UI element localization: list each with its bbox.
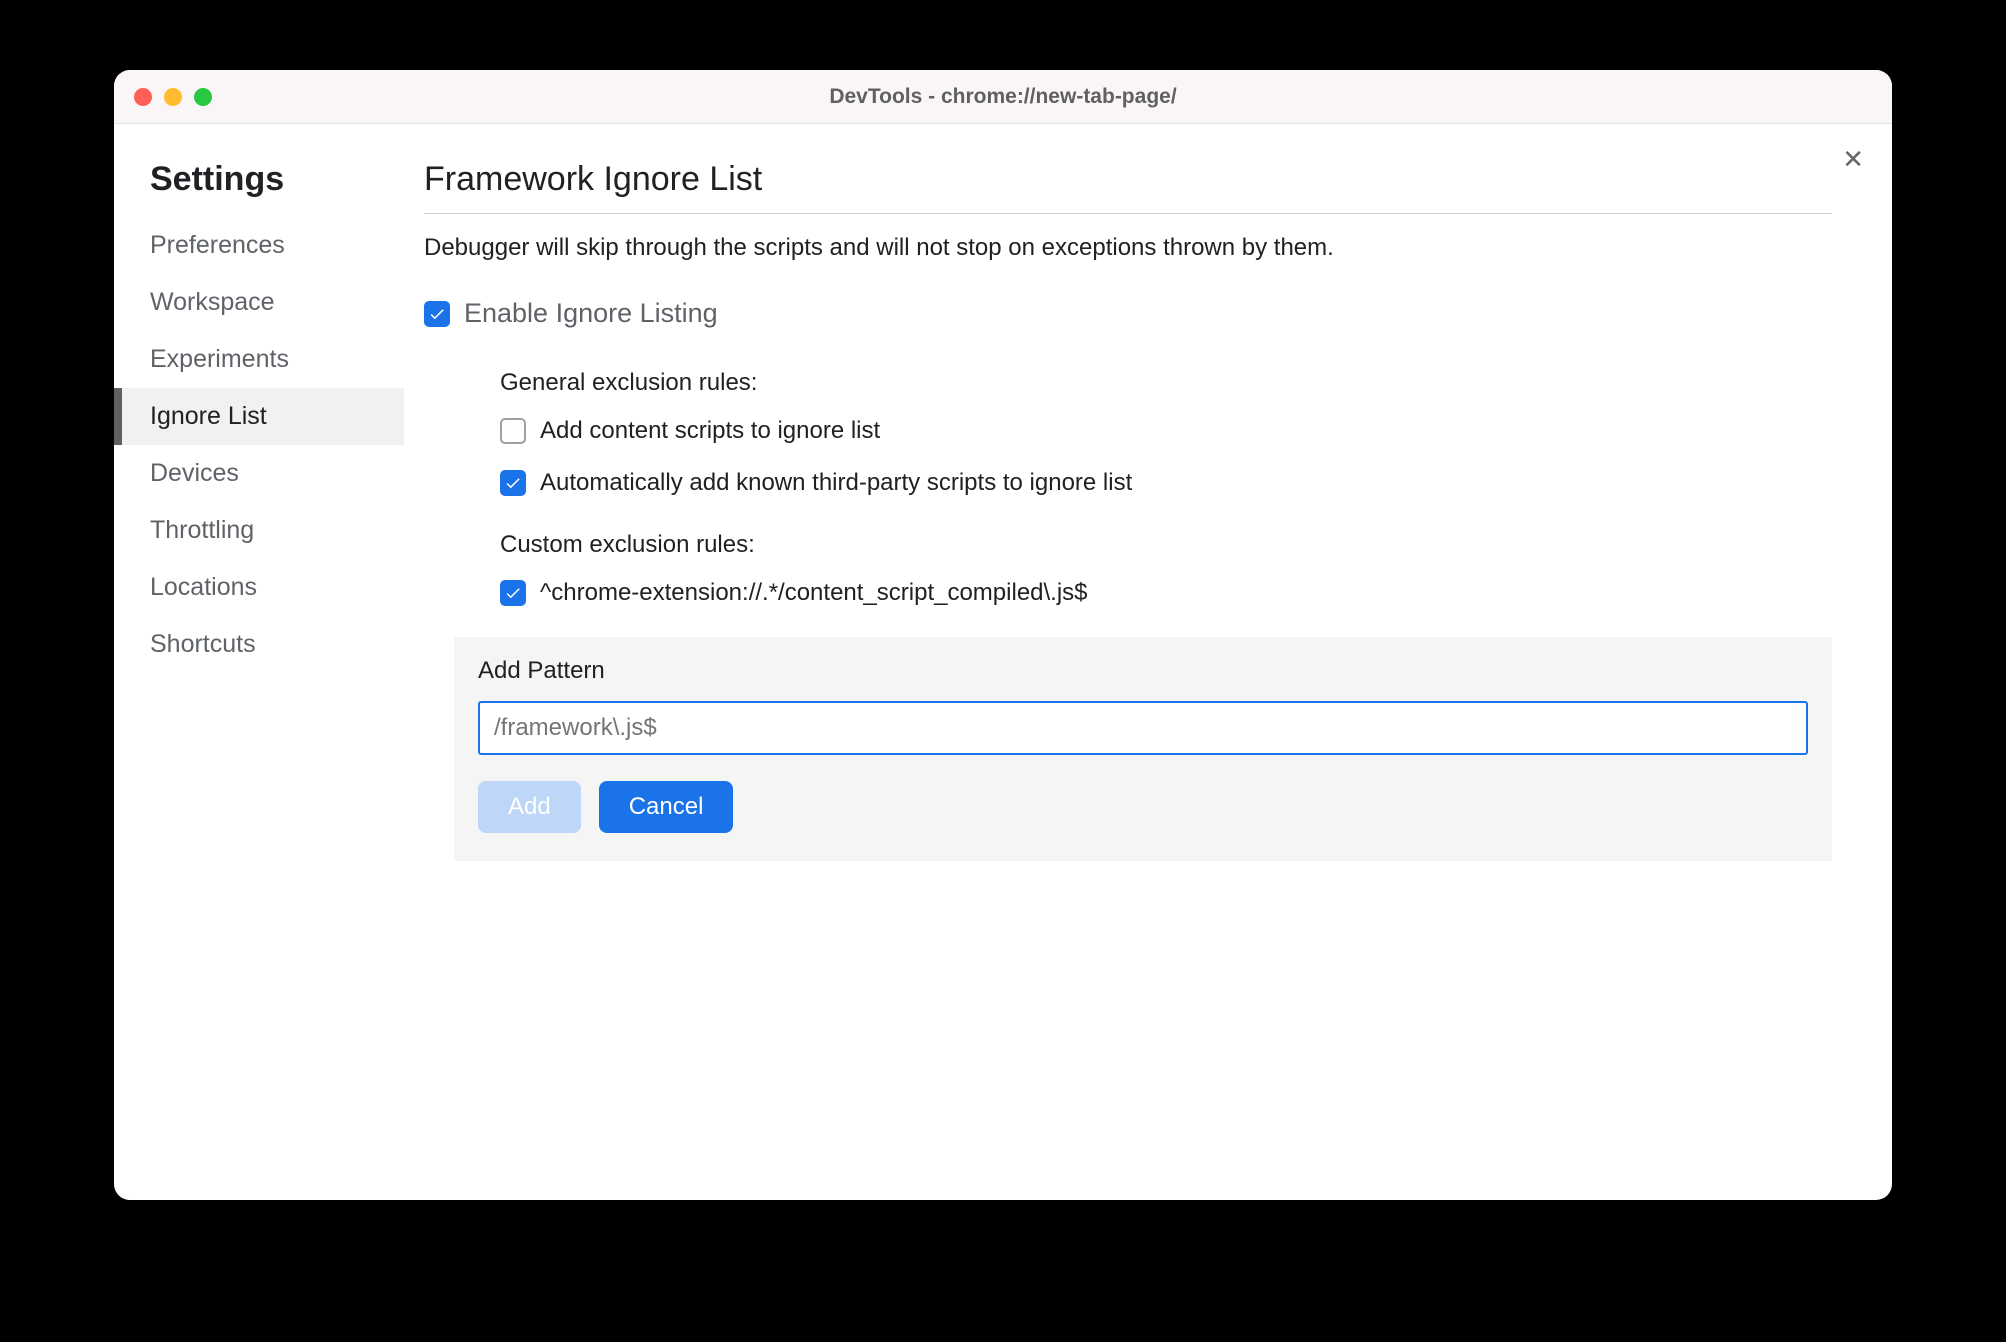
custom-rule-row-0: ^chrome-extension://.*/content_script_co…: [500, 579, 1832, 607]
checkmark-icon: [428, 305, 446, 323]
content-scripts-row: Add content scripts to ignore list: [500, 417, 1832, 445]
content-area: ✕ Settings Preferences Workspace Experim…: [114, 124, 1892, 1200]
maximize-window-button[interactable]: [194, 88, 212, 106]
content-scripts-label: Add content scripts to ignore list: [540, 417, 880, 445]
custom-exclusion-label: Custom exclusion rules:: [500, 531, 1832, 559]
minimize-window-button[interactable]: [164, 88, 182, 106]
settings-sidebar: Settings Preferences Workspace Experimen…: [114, 124, 404, 1200]
enable-ignore-listing-checkbox[interactable]: [424, 301, 450, 327]
content-scripts-checkbox[interactable]: [500, 418, 526, 444]
traffic-lights: [134, 88, 212, 106]
close-icon[interactable]: ✕: [1842, 144, 1864, 175]
close-window-button[interactable]: [134, 88, 152, 106]
sidebar-item-ignore-list[interactable]: Ignore List: [114, 388, 404, 445]
window-title: DevTools - chrome://new-tab-page/: [829, 85, 1176, 109]
cancel-button[interactable]: Cancel: [599, 781, 734, 833]
custom-rule-checkbox-0[interactable]: [500, 580, 526, 606]
main-panel: Framework Ignore List Debugger will skip…: [404, 124, 1892, 1200]
sidebar-item-devices[interactable]: Devices: [114, 445, 404, 502]
sidebar-item-shortcuts[interactable]: Shortcuts: [114, 616, 404, 673]
checkmark-icon: [504, 584, 522, 602]
third-party-scripts-row: Automatically add known third-party scri…: [500, 469, 1832, 497]
general-exclusion-label: General exclusion rules:: [500, 369, 1832, 397]
titlebar: DevTools - chrome://new-tab-page/: [114, 70, 1892, 124]
sidebar-item-preferences[interactable]: Preferences: [114, 217, 404, 274]
page-description: Debugger will skip through the scripts a…: [424, 234, 1832, 262]
general-exclusion-section: General exclusion rules: Add content scr…: [500, 369, 1832, 497]
sidebar-item-experiments[interactable]: Experiments: [114, 331, 404, 388]
add-pattern-label: Add Pattern: [478, 657, 1808, 685]
add-button[interactable]: Add: [478, 781, 581, 833]
devtools-window: DevTools - chrome://new-tab-page/ ✕ Sett…: [114, 70, 1892, 1200]
enable-ignore-listing-row: Enable Ignore Listing: [424, 298, 1832, 329]
pattern-input[interactable]: [478, 701, 1808, 755]
sidebar-header: Settings: [114, 160, 404, 217]
sidebar-item-throttling[interactable]: Throttling: [114, 502, 404, 559]
third-party-scripts-label: Automatically add known third-party scri…: [540, 469, 1132, 497]
sidebar-item-locations[interactable]: Locations: [114, 559, 404, 616]
add-pattern-buttons: Add Cancel: [478, 781, 1808, 833]
third-party-scripts-checkbox[interactable]: [500, 470, 526, 496]
checkmark-icon: [504, 474, 522, 492]
custom-exclusion-section: Custom exclusion rules: ^chrome-extensio…: [500, 531, 1832, 607]
custom-rule-label-0: ^chrome-extension://.*/content_script_co…: [540, 579, 1088, 607]
sidebar-item-workspace[interactable]: Workspace: [114, 274, 404, 331]
add-pattern-panel: Add Pattern Add Cancel: [454, 637, 1832, 861]
enable-ignore-listing-label: Enable Ignore Listing: [464, 298, 718, 329]
page-title: Framework Ignore List: [424, 160, 1832, 214]
